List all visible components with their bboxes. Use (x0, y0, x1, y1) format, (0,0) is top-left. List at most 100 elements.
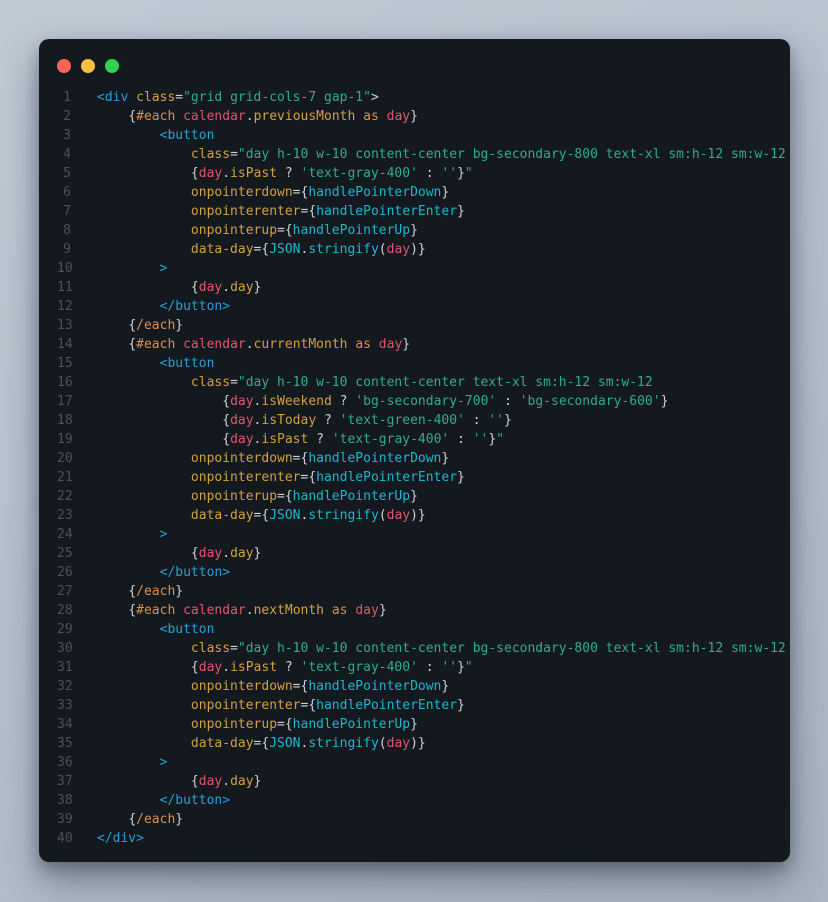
token-plain (418, 660, 426, 675)
code-text: </button> (97, 297, 230, 316)
line-number: 30 (57, 639, 71, 658)
code-line: 34 onpointerup={handlePointerUp} (57, 715, 778, 734)
code-text: onpointerdown={handlePointerDown} (97, 677, 449, 696)
token-kw: #each (136, 603, 175, 618)
token-plain (97, 147, 191, 162)
token-punc: { (191, 166, 199, 181)
code-area: 1<div class="grid grid-cols-7 gap-1">2 {… (39, 88, 790, 848)
token-plain (97, 166, 191, 181)
token-fn: handlePointerDown (308, 451, 441, 466)
token-plain (97, 261, 160, 276)
token-str: "grid grid-cols-7 gap-1" (183, 90, 371, 105)
token-var: day (199, 280, 222, 295)
token-fn: handlePointerUp (293, 489, 410, 504)
token-prop: isPast (230, 660, 277, 675)
code-text: {#each calendar.currentMonth as day} (97, 335, 410, 354)
token-plain (128, 90, 136, 105)
token-punc: } (457, 698, 465, 713)
token-punc: = (230, 147, 238, 162)
code-text: onpointerup={handlePointerUp} (97, 221, 418, 240)
token-kw: as (355, 337, 371, 352)
code-line: 23 data-day={JSON.stringify(day)} (57, 506, 778, 525)
token-str: " (465, 166, 473, 181)
line-number: 6 (57, 183, 71, 202)
code-text: <button (97, 354, 214, 373)
token-attr: class (191, 147, 230, 162)
token-attr: onpointerenter (191, 204, 301, 219)
code-line: 14 {#each calendar.currentMonth as day} (57, 335, 778, 354)
code-line: 7 onpointerenter={handlePointerEnter} (57, 202, 778, 221)
token-punc: } (457, 660, 465, 675)
token-plain (97, 584, 128, 599)
code-line: 35 data-day={JSON.stringify(day)} (57, 734, 778, 753)
code-text: > (97, 525, 167, 544)
token-tag: </button> (160, 565, 230, 580)
token-attr: data-day (191, 508, 254, 523)
code-line: 9 data-day={JSON.stringify(day)} (57, 240, 778, 259)
token-punc: . (246, 337, 254, 352)
token-punc: } (410, 109, 418, 124)
token-punc: ={ (301, 698, 317, 713)
minimize-button[interactable] (81, 59, 95, 73)
code-text: {day.isPast ? 'text-gray-400' : ''}" (97, 658, 473, 677)
token-punc: { (128, 337, 136, 352)
token-plain (97, 185, 191, 200)
line-number: 33 (57, 696, 71, 715)
token-punc: ( (379, 736, 387, 751)
maximize-button[interactable] (105, 59, 119, 73)
code-line: 8 onpointerup={handlePointerUp} (57, 221, 778, 240)
code-line: 2 {#each calendar.previousMonth as day} (57, 107, 778, 126)
line-number: 1 (57, 88, 71, 107)
token-str: '' (441, 166, 457, 181)
token-attr: data-day (191, 736, 254, 751)
code-line: 33 onpointerenter={handlePointerEnter} (57, 696, 778, 715)
token-fn: handlePointerDown (308, 679, 441, 694)
token-punc: } (457, 470, 465, 485)
token-kw: /each (136, 812, 175, 827)
line-number: 3 (57, 126, 71, 145)
code-text: {#each calendar.previousMonth as day} (97, 107, 418, 126)
line-number: 26 (57, 563, 71, 582)
code-text: </button> (97, 563, 230, 582)
token-fn: JSON (269, 242, 300, 257)
token-punc: )} (410, 508, 426, 523)
token-kw: #each (136, 109, 175, 124)
token-punc: ={ (254, 242, 270, 257)
token-plain (97, 565, 160, 580)
code-text: {/each} (97, 582, 183, 601)
code-line: 22 onpointerup={handlePointerUp} (57, 487, 778, 506)
close-button[interactable] (57, 59, 71, 73)
line-number: 31 (57, 658, 71, 677)
token-var: day (379, 337, 402, 352)
token-var: calendar (183, 109, 246, 124)
token-plain (324, 603, 332, 618)
code-text: > (97, 259, 167, 278)
code-line: 12 </button> (57, 297, 778, 316)
code-line: 20 onpointerdown={handlePointerDown} (57, 449, 778, 468)
token-attr: onpointerdown (191, 451, 293, 466)
token-plain (496, 394, 504, 409)
line-number: 28 (57, 601, 71, 620)
token-punc: ={ (293, 185, 309, 200)
token-plain (97, 698, 191, 713)
token-var: day (199, 660, 222, 675)
token-prop: day (230, 774, 253, 789)
token-punc: ? (285, 660, 293, 675)
token-punc: } (254, 280, 262, 295)
token-var: day (355, 603, 378, 618)
token-punc: ={ (277, 223, 293, 238)
code-text: onpointerdown={handlePointerDown} (97, 183, 449, 202)
token-str: 'text-gray-400' (301, 660, 418, 675)
code-line: 26 </button> (57, 563, 778, 582)
line-number: 7 (57, 202, 71, 221)
code-text: {day.isToday ? 'text-green-400' : ''} (97, 411, 512, 430)
token-prop: day (230, 546, 253, 561)
token-var: day (230, 413, 253, 428)
line-number: 15 (57, 354, 71, 373)
code-text: {day.isWeekend ? 'bg-secondary-700' : 'b… (97, 392, 668, 411)
token-attr: onpointerdown (191, 679, 293, 694)
token-punc: = (175, 90, 183, 105)
code-line: 5 {day.isPast ? 'text-gray-400' : ''}" (57, 164, 778, 183)
token-punc: } (457, 166, 465, 181)
token-plain (97, 717, 191, 732)
